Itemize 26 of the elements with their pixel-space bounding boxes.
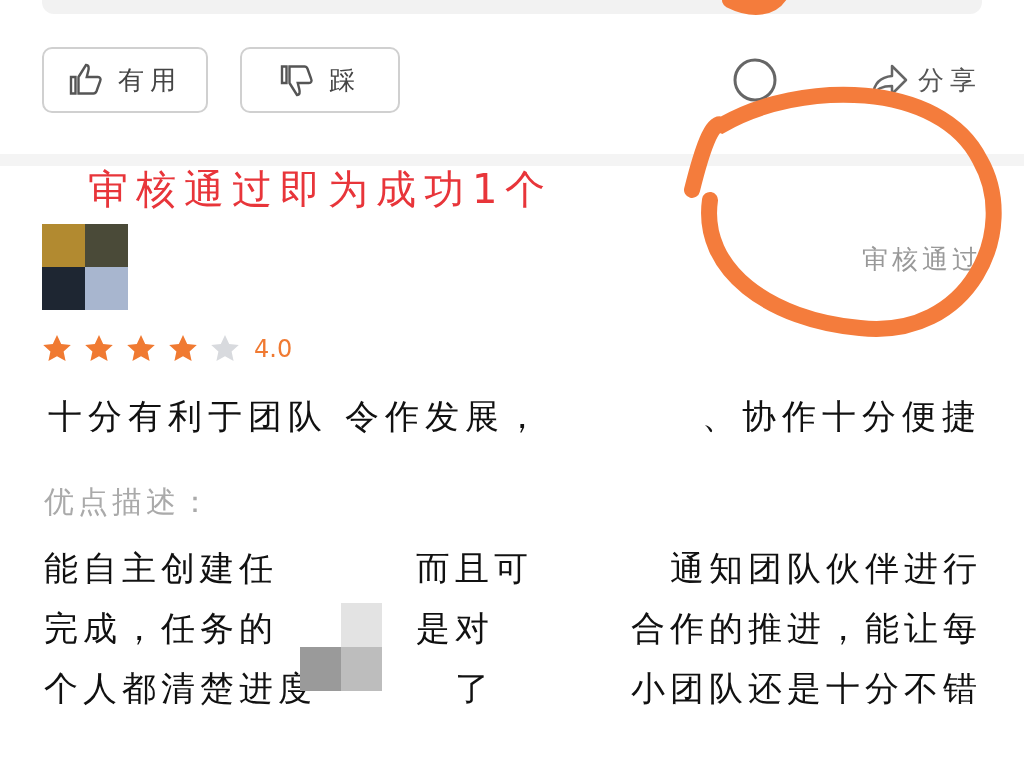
pros-text: 能自主创建任 [44,547,278,590]
review-summary-text: 、协作十分便捷 [702,395,982,438]
review-summary-text: 十分有利于团队 令作发展， [48,395,545,438]
star-icon [210,334,240,364]
thumbs-up-icon [68,62,104,98]
pros-text: 小团队还是十分不错 [631,667,982,710]
pros-text: 通知团队伙伴进行 [670,547,982,590]
annotation-text: 审核通过即为成功1个 [87,166,555,214]
star-icon [168,334,198,364]
pros-text: 了 [454,667,494,710]
pen-stroke [722,0,788,15]
thumbs-down-icon [279,62,315,98]
pros-text: 是对 [415,607,494,650]
star-icon [84,334,114,364]
star-icon [126,334,156,364]
pros-label: 优点描述： [43,483,215,521]
pros-text: 而且可 [415,547,533,590]
pros-text: 合作的推进，能让每 [631,607,982,650]
comment-icon[interactable] [732,57,778,103]
pros-text: 完成，任务的 [44,607,278,650]
useful-button[interactable]: 有用 [42,47,208,113]
share-label[interactable]: 分享 [918,62,982,98]
rating-value: 4.0 [254,335,293,363]
dislike-button[interactable]: 踩 [240,47,400,113]
star-icon [42,334,72,364]
review-status: 审核通过 [862,243,982,276]
